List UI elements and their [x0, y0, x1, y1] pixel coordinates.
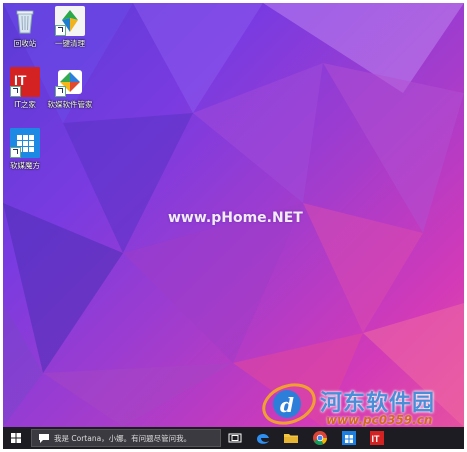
software-manager-icon — [55, 67, 85, 97]
taskbar: 我是 Cortana，小娜。有问题尽管问我。 IT — [3, 427, 464, 449]
edge-button[interactable] — [255, 430, 271, 446]
file-explorer-icon — [284, 434, 298, 443]
phome-watermark: www.pHome.NET — [168, 210, 303, 226]
store-icon — [342, 431, 356, 445]
shortcut-arrow-icon — [10, 147, 21, 158]
cleanup-icon — [55, 6, 85, 36]
task-view-icon — [228, 433, 242, 443]
cortana-search-text: 我是 Cortana，小娜。有问题尽管问我。 — [54, 434, 192, 443]
shortcut-arrow-icon — [55, 25, 66, 36]
cleanup-shortcut[interactable]: 一键清理 — [44, 6, 96, 48]
ithome-icon: IT — [370, 431, 384, 445]
svg-text:d: d — [280, 393, 294, 417]
start-button[interactable] — [3, 427, 29, 449]
software-manager-shortcut[interactable]: 软媒软件管家 — [44, 67, 96, 109]
shortcut-arrow-icon — [55, 86, 66, 97]
logo-url: www.pc0359.cn — [326, 413, 433, 427]
rubik-icon — [10, 128, 40, 158]
rubik-label: 软媒魔方 — [10, 161, 40, 170]
ithome-icon: IT — [10, 67, 40, 97]
desktop-screen: 回收站 一键清理 IT IT之家 软媒软件管家 软媒魔方 www.pHome.N… — [3, 3, 464, 449]
cleanup-label: 一键清理 — [55, 39, 85, 48]
edge-icon — [257, 433, 269, 444]
shortcut-arrow-icon — [10, 86, 21, 97]
svg-text:IT: IT — [372, 434, 381, 444]
file-explorer-button[interactable] — [283, 430, 299, 446]
chat-bubble-icon — [39, 434, 49, 443]
software-manager-label: 软媒软件管家 — [47, 100, 93, 109]
cortana-search-box[interactable]: 我是 Cortana，小娜。有问题尽管问我。 — [31, 429, 221, 447]
ithome-taskbar-button[interactable]: IT — [369, 430, 385, 446]
chrome-button[interactable] — [312, 430, 328, 446]
recycle-bin-icon — [10, 6, 40, 36]
logo-emblem-icon: d — [262, 383, 316, 425]
windows-logo-icon — [11, 433, 21, 443]
rubik-shortcut[interactable]: 软媒魔方 — [3, 128, 51, 170]
store-button[interactable] — [341, 430, 357, 446]
task-view-button[interactable] — [227, 430, 243, 446]
chrome-icon — [313, 431, 327, 445]
